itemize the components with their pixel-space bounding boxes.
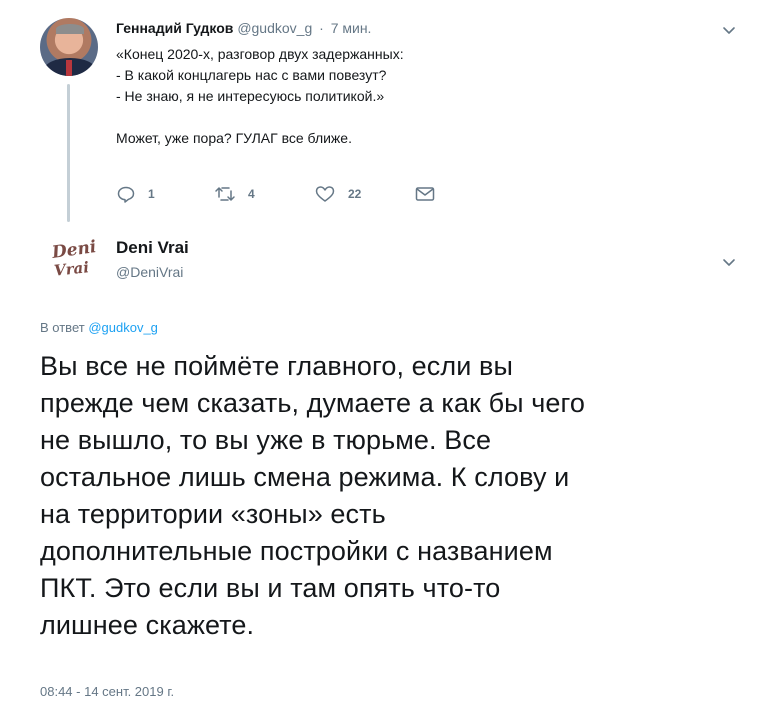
reply-author-handle[interactable]: @DeniVrai	[116, 264, 183, 280]
avatar-logo-text: Vrai	[53, 258, 90, 280]
tweet-text-line: на территории «зоны» есть	[40, 499, 386, 529]
direct-message-button[interactable]	[414, 183, 436, 205]
reply-icon	[117, 186, 135, 203]
tweet-text-line: «Конец 2020-х, разговор двух задержанных…	[116, 46, 404, 62]
chevron-down-icon[interactable]	[721, 254, 737, 270]
tweet-text-line: остальное лишь смена режима. К слову и	[40, 462, 570, 492]
tweet-text-line: лишнее скажете.	[40, 610, 255, 640]
tweet-text: «Конец 2020-х, разговор двух задержанных…	[116, 44, 676, 149]
reply-context: В ответ @gudkov_g	[40, 320, 158, 335]
like-button[interactable]: 22	[314, 183, 361, 205]
tweet-text-line: Вы все не поймёте главного, если вы	[40, 351, 513, 381]
thread-connector-line	[67, 84, 70, 222]
reply-count: 1	[148, 187, 155, 201]
tweet-text-line: - Не знаю, я не интересуюсь политикой.»	[116, 88, 385, 104]
tweet-text-line: - В какой концлагерь нас с вами повезут?	[116, 67, 387, 83]
tweet-text-line: прежде чем сказать, думаете а как бы чег…	[40, 388, 585, 418]
reply-to-handle-link[interactable]: @gudkov_g	[88, 320, 158, 335]
retweet-button[interactable]: 4	[214, 183, 255, 205]
author-name[interactable]: Геннадий Гудков	[116, 20, 233, 36]
like-icon	[315, 186, 335, 202]
tweet-text-line: не вышло, то вы уже в тюрьме. Все	[40, 425, 492, 455]
reply-tweet-text: Вы все не поймёте главного, если вы преж…	[40, 348, 740, 644]
reply-prefix: В ответ	[40, 320, 85, 335]
retweet-count: 4	[248, 187, 255, 201]
direct-message-icon	[415, 187, 435, 201]
avatar-tie	[66, 60, 72, 76]
like-count: 22	[348, 187, 362, 201]
author-handle[interactable]: @gudkov_g	[237, 20, 312, 36]
reply-button[interactable]: 1	[116, 183, 155, 205]
tweet-time[interactable]: 7 мин.	[331, 20, 372, 36]
retweet-icon	[215, 187, 235, 201]
tweet-timestamp[interactable]: 08:44 - 14 сент. 2019 г.	[40, 684, 174, 699]
tweet-text-line: ПКТ. Это если вы и там опять что-то	[40, 573, 501, 603]
tweet-text-line: Может, уже пора? ГУЛАГ все ближе.	[116, 130, 352, 146]
reply-author-name[interactable]: Deni Vrai	[116, 238, 189, 258]
tweet-header: Геннадий Гудков @gudkov_g · 7 мин.	[116, 20, 371, 36]
tweet-text-line: дополнительные постройки с названием	[40, 536, 553, 566]
chevron-down-icon[interactable]	[721, 22, 737, 38]
avatar-hair	[56, 24, 84, 34]
parent-tweet[interactable]: Геннадий Гудков @gudkov_g · 7 мин. «Коне…	[0, 0, 760, 225]
reply-author-avatar[interactable]: Deni Vrai	[42, 234, 98, 286]
author-avatar[interactable]	[40, 18, 98, 76]
separator-dot: ·	[319, 20, 324, 36]
